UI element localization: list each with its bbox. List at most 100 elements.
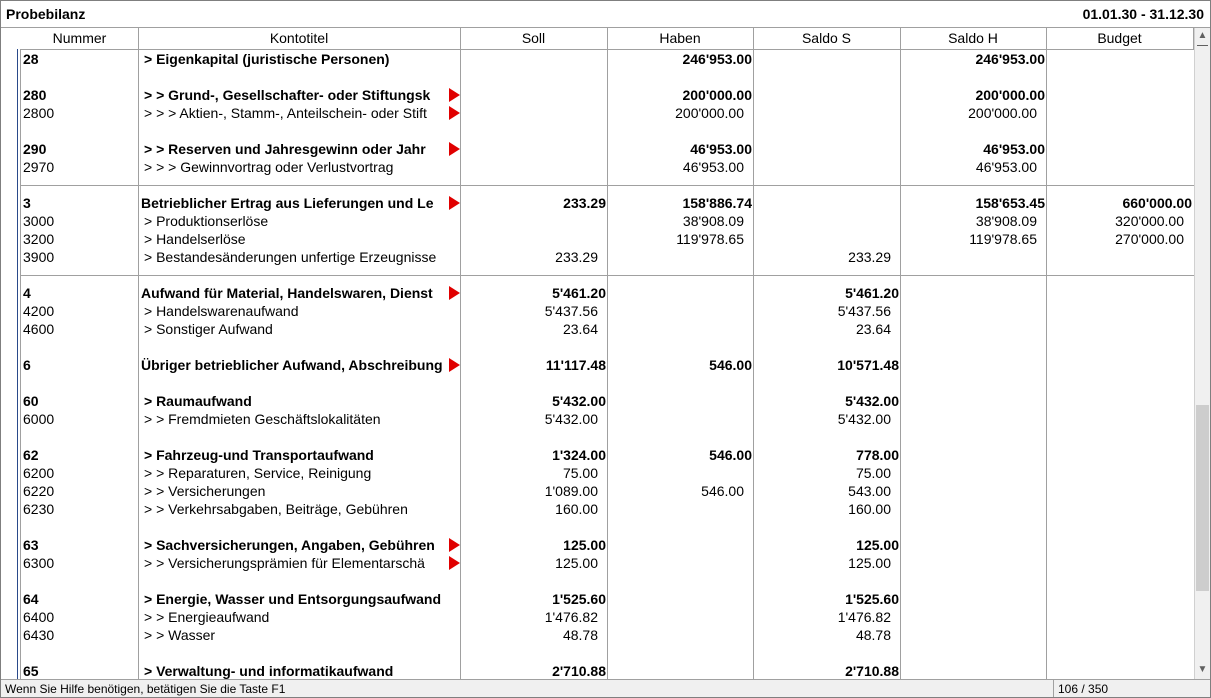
- cell-soll: 2'710.88: [552, 663, 606, 679]
- cell-haben: [607, 500, 744, 518]
- table-row[interactable]: 6000 > > Fremdmieten Geschäftslokalitäten…: [1, 410, 1194, 428]
- chevron-up-icon[interactable]: ▲: [1195, 28, 1210, 44]
- period-range: 01.01.30 - 31.12.30: [1082, 6, 1204, 22]
- cell-soll: 5'437.56: [544, 303, 598, 319]
- cell-budget: 320'000.00: [1115, 213, 1184, 229]
- table-row[interactable]: 280 > > Grund-, Gesellschafter- oder Stif…: [1, 86, 1194, 104]
- red-arrow-icon: [449, 196, 460, 210]
- table-row[interactable]: 60 > Raumaufwand 5'432.00 5'432.00: [1, 392, 1194, 410]
- table-row[interactable]: 65 > Verwaltung- und informatikaufwand 2'7…: [1, 662, 1194, 679]
- cell-soll: 125.00: [563, 537, 606, 553]
- cell-saldo-h: [900, 302, 1037, 320]
- account-title: > > Verkehrsabgaben, Beiträge, Gebühren: [144, 501, 408, 517]
- cell-soll: 5'461.20: [552, 285, 606, 301]
- cell-saldo-s: 10'571.48: [837, 357, 899, 373]
- account-number: 290: [23, 141, 47, 157]
- cell-haben: [607, 302, 744, 320]
- table-row[interactable]: 4 Aufwand für Material, Handelswaren, Die…: [1, 284, 1194, 302]
- table-row[interactable]: 6200 > > Reparaturen, Service, Reinigung 7…: [1, 464, 1194, 482]
- cell-saldo-s: 125.00: [856, 537, 899, 553]
- table-row[interactable]: 3 Betrieblicher Ertrag aus Lieferungen un…: [1, 194, 1194, 212]
- table-row[interactable]: 2800 > > > Aktien-, Stamm-, Anteilschein-…: [1, 104, 1194, 122]
- column-header-soll[interactable]: Soll: [460, 28, 608, 49]
- cell-haben: [607, 392, 752, 410]
- account-number: 3000: [23, 213, 55, 229]
- cell-haben: [607, 248, 744, 266]
- cell-budget: 270'000.00: [1115, 231, 1184, 247]
- cell-haben: [607, 410, 744, 428]
- cell-haben: [607, 662, 752, 679]
- table-row[interactable]: 64 > Energie, Wasser und Entsorgungsaufwa…: [1, 590, 1194, 608]
- cell-soll: [460, 212, 598, 230]
- account-number: 6220: [23, 483, 55, 499]
- table-row[interactable]: 6230 > > Verkehrsabgaben, Beiträge, Gebüh…: [1, 500, 1194, 518]
- account-title: > Handelserlöse: [144, 231, 246, 247]
- table-row[interactable]: 6220 > > Versicherungen 1'089.00 546.00 543.…: [1, 482, 1194, 500]
- cell-budget: [1046, 302, 1184, 320]
- table-row[interactable]: 62 > Fahrzeug-und Transportaufwand 1'324.0…: [1, 446, 1194, 464]
- table-row[interactable]: 290 > > Reserven und Jahresgewinn oder Ja…: [1, 140, 1194, 158]
- column-header-saldo-s[interactable]: Saldo S: [753, 28, 901, 49]
- cell-haben: 546.00: [709, 447, 752, 463]
- table-row[interactable]: 3200 > Handelserlöse 119'978.65 119'978.65 2…: [1, 230, 1194, 248]
- table-row[interactable]: 63 > Sachversicherungen, Angaben, Gebühre…: [1, 536, 1194, 554]
- account-number: 60: [23, 393, 39, 409]
- table-row[interactable]: 4200 > Handelswarenaufwand 5'437.56 5'437.5…: [1, 302, 1194, 320]
- table-row[interactable]: 3900 > Bestandesänderungen unfertige Erze…: [1, 248, 1194, 266]
- account-title: Übriger betrieblicher Aufwand, Abschreib…: [141, 357, 443, 373]
- table-row[interactable]: 4600 > Sonstiger Aufwand 23.64 23.64: [1, 320, 1194, 338]
- cell-saldo-s: 1'476.82: [837, 609, 891, 625]
- cell-budget: [1046, 482, 1184, 500]
- cell-soll: 5'432.00: [552, 393, 606, 409]
- red-arrow-icon: [449, 556, 460, 570]
- cell-saldo-h: [900, 284, 1045, 302]
- cell-saldo-s: [753, 212, 891, 230]
- cell-saldo-h: [900, 500, 1037, 518]
- cell-budget: [1046, 140, 1192, 158]
- cell-haben: 200'000.00: [675, 105, 744, 121]
- cell-budget: [1046, 626, 1184, 644]
- cell-soll: [460, 50, 606, 68]
- account-title: > > > Aktien-, Stamm-, Anteilschein- ode…: [144, 105, 427, 121]
- cell-soll: 1'525.60: [552, 591, 606, 607]
- chevron-down-icon[interactable]: ▼: [1195, 662, 1210, 678]
- cell-soll: 48.78: [562, 627, 598, 643]
- account-number: 6000: [23, 411, 55, 427]
- cell-budget: [1046, 392, 1192, 410]
- window-title: Probebilanz: [6, 6, 86, 22]
- table-row[interactable]: 2970 > > > Gewinnvortrag oder Verlustvort…: [1, 158, 1194, 176]
- cell-saldo-s: 1'525.60: [845, 591, 899, 607]
- table-row[interactable]: 3000 > Produktionserlöse 38'908.09 38'908.0…: [1, 212, 1194, 230]
- column-header-haben[interactable]: Haben: [607, 28, 754, 49]
- trial-balance-table[interactable]: 28 > Eigenkapital (juristische Personen) 2…: [1, 50, 1194, 679]
- cell-haben: [607, 626, 744, 644]
- red-arrow-icon: [449, 538, 460, 552]
- column-header-nummer[interactable]: Nummer: [21, 28, 139, 49]
- red-arrow-icon: [449, 142, 460, 156]
- cell-saldo-s: 23.64: [855, 321, 891, 337]
- cell-haben: 200'000.00: [682, 87, 752, 103]
- account-title: > Sachversicherungen, Angaben, Gebühren: [144, 537, 435, 553]
- red-arrow-icon: [449, 88, 460, 102]
- vertical-scrollbar[interactable]: ▲ ▼: [1194, 28, 1210, 679]
- column-header-kontotitel[interactable]: Kontotitel: [138, 28, 461, 49]
- account-title: Aufwand für Material, Handelswaren, Dien…: [141, 285, 433, 301]
- account-title: > > > Gewinnvortrag oder Verlustvortrag: [144, 159, 394, 175]
- table-row[interactable]: 6400 > > Energieaufwand 1'476.82 1'476.82: [1, 608, 1194, 626]
- cell-budget: [1046, 662, 1192, 679]
- cell-saldo-s: [753, 140, 899, 158]
- column-header-budget[interactable]: Budget: [1046, 28, 1194, 49]
- cell-saldo-h: [900, 554, 1037, 572]
- table-row[interactable]: 28 > Eigenkapital (juristische Personen) 2…: [1, 50, 1194, 68]
- cell-soll: 1'089.00: [544, 483, 598, 499]
- table-row[interactable]: 6430 > > Wasser 48.78 48.78: [1, 626, 1194, 644]
- scroll-top-marker: [1197, 45, 1208, 46]
- account-title: > > Reparaturen, Service, Reinigung: [144, 465, 372, 481]
- cell-saldo-s: [753, 158, 891, 176]
- table-row[interactable]: 6 Übriger betrieblicher Aufwand, Abschrei…: [1, 356, 1194, 374]
- column-header-saldo-h[interactable]: Saldo H: [900, 28, 1047, 49]
- cell-soll: 125.00: [555, 555, 598, 571]
- table-row[interactable]: 6300 > > Versicherungsprämien für Element…: [1, 554, 1194, 572]
- cell-saldo-h: [900, 356, 1045, 374]
- scrollbar-thumb[interactable]: [1196, 405, 1209, 591]
